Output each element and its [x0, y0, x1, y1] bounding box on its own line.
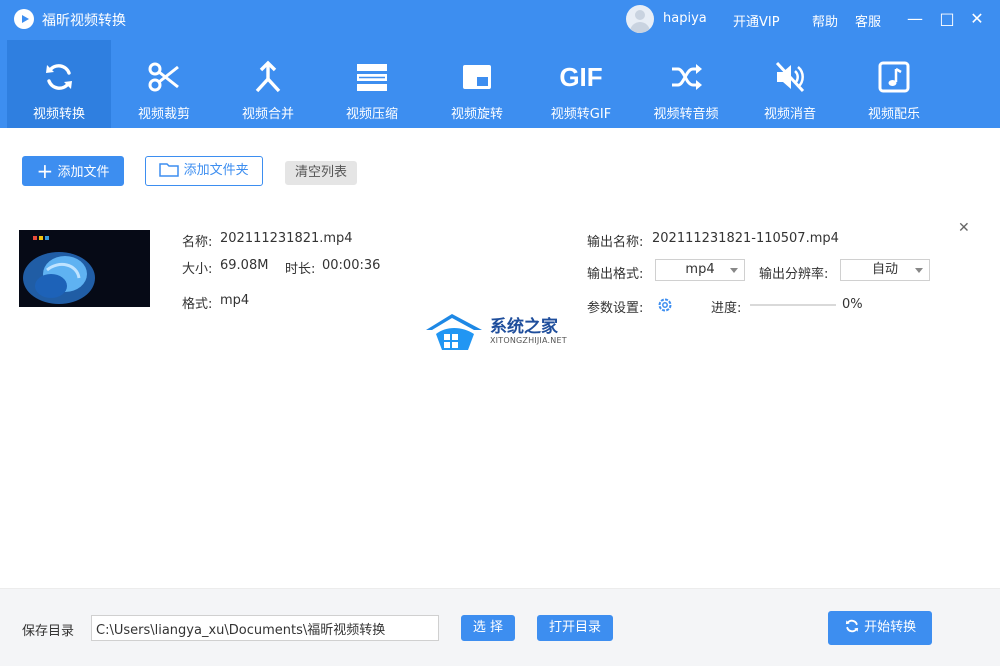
tool-label: 视频配乐 — [867, 107, 920, 122]
file-name-label: 名称: — [182, 235, 213, 250]
vip-link[interactable]: 开通VIP — [733, 11, 780, 30]
file-format-value: mp4 — [220, 293, 250, 308]
file-size-value: 69.08M — [220, 258, 269, 273]
watermark-text: 系统之家 — [490, 317, 558, 337]
progress-label: 进度: — [711, 301, 742, 316]
gear-icon[interactable] — [656, 296, 674, 318]
chevron-down-icon — [730, 268, 738, 273]
output-resolution-select[interactable]: 自动 — [840, 259, 930, 281]
tool-video-compress[interactable]: 视频压缩 — [320, 40, 424, 128]
tool-label: 视频转音频 — [653, 107, 719, 122]
tool-video-mute[interactable]: 视频消音 — [738, 40, 842, 128]
output-name-value[interactable]: 202111231821-110507.mp4 — [652, 231, 839, 246]
output-name-label: 输出名称: — [587, 235, 644, 250]
watermark-subtext: XITONGZHIJIA.NET — [490, 336, 567, 345]
top-bar: 福昕视频转换 hapiya 开通VIP 帮助 客服 — □ ✕ 视频转换 视频裁… — [0, 0, 1000, 128]
close-button[interactable]: ✕ — [966, 8, 988, 30]
output-resolution-value: 自动 — [871, 262, 898, 277]
tool-video-music[interactable]: 视频配乐 — [842, 40, 946, 128]
avatar[interactable] — [626, 5, 654, 33]
remove-file-icon[interactable]: ✕ — [958, 220, 970, 236]
open-dir-button[interactable]: 打开目录 — [537, 615, 613, 641]
convert-icon — [844, 615, 860, 647]
scissors-icon — [112, 60, 216, 94]
output-resolution-label: 输出分辨率: — [759, 267, 829, 282]
folder-icon — [159, 160, 180, 188]
tool-label: 视频转GIF — [550, 107, 612, 122]
plus-icon: + — [36, 159, 54, 183]
tool-label: 视频合并 — [241, 107, 294, 122]
tool-label: 视频裁剪 — [137, 107, 190, 122]
tool-video-cut[interactable]: 视频裁剪 — [112, 40, 216, 128]
file-format-label: 格式: — [182, 297, 213, 312]
add-folder-label: 添加文件夹 — [183, 163, 249, 178]
merge-icon — [216, 60, 320, 94]
file-duration-value: 00:00:36 — [322, 258, 381, 273]
params-label: 参数设置: — [587, 301, 644, 316]
file-duration-label: 时长: — [285, 262, 316, 277]
start-convert-label: 开始转换 — [864, 620, 917, 635]
help-link[interactable]: 帮助 — [812, 11, 838, 30]
music-icon — [842, 60, 946, 94]
maximize-button[interactable]: □ — [936, 8, 958, 30]
tool-video-convert[interactable]: 视频转换 — [7, 40, 111, 128]
save-dir-label: 保存目录 — [22, 624, 75, 639]
add-folder-button[interactable]: 添加文件夹 — [145, 156, 263, 186]
tool-label: 视频旋转 — [450, 107, 503, 122]
output-format-value: mp4 — [685, 262, 715, 277]
choose-dir-button[interactable]: 选 择 — [461, 615, 515, 641]
tool-label: 视频压缩 — [345, 107, 398, 122]
mute-icon — [738, 60, 842, 94]
convert-icon — [7, 60, 111, 94]
start-convert-button[interactable]: 开始转换 — [828, 611, 932, 645]
add-file-button[interactable]: + 添加文件 — [22, 156, 124, 186]
gif-icon: GIF — [559, 62, 603, 92]
progress-percent: 0% — [842, 297, 863, 312]
file-name-value: 202111231821.mp4 — [220, 231, 353, 246]
chevron-down-icon — [915, 268, 923, 273]
tool-label: 视频转换 — [32, 107, 85, 122]
tool-label: 视频消音 — [763, 107, 816, 122]
title-bar: 福昕视频转换 hapiya 开通VIP 帮助 客服 — □ ✕ — [0, 0, 1000, 38]
service-link[interactable]: 客服 — [855, 11, 881, 30]
output-format-label: 输出格式: — [587, 267, 644, 282]
add-file-label: 添加文件 — [57, 165, 110, 180]
tool-video-rotate[interactable]: 视频旋转 — [425, 40, 529, 128]
rotate-icon — [425, 60, 529, 94]
app-title: 福昕视频转换 — [42, 13, 126, 29]
tool-video-gif[interactable]: GIF 视频转GIF — [529, 40, 633, 128]
video-thumbnail — [19, 230, 150, 307]
save-dir-input[interactable] — [91, 615, 439, 641]
function-toolbar: 视频转换 视频裁剪 视频合并 视频压缩 视频旋转 GIF 视频转GIF 视频转音… — [0, 40, 1000, 128]
minimize-button[interactable]: — — [904, 8, 926, 30]
username[interactable]: hapiya — [663, 11, 707, 26]
app-logo-icon — [14, 9, 34, 29]
tool-video-audio[interactable]: 视频转音频 — [634, 40, 738, 128]
tool-video-merge[interactable]: 视频合并 — [216, 40, 320, 128]
clear-list-button[interactable]: 清空列表 — [285, 161, 357, 185]
watermark-logo: 系统之家 XITONGZHIJIA.NET — [422, 310, 582, 354]
compress-icon — [320, 60, 424, 94]
bottom-bar: 保存目录 选 择 打开目录 开始转换 — [0, 588, 1000, 666]
shuffle-icon — [634, 60, 738, 94]
file-size-label: 大小: — [182, 262, 213, 277]
progress-bar — [750, 304, 836, 306]
output-format-select[interactable]: mp4 — [655, 259, 745, 281]
